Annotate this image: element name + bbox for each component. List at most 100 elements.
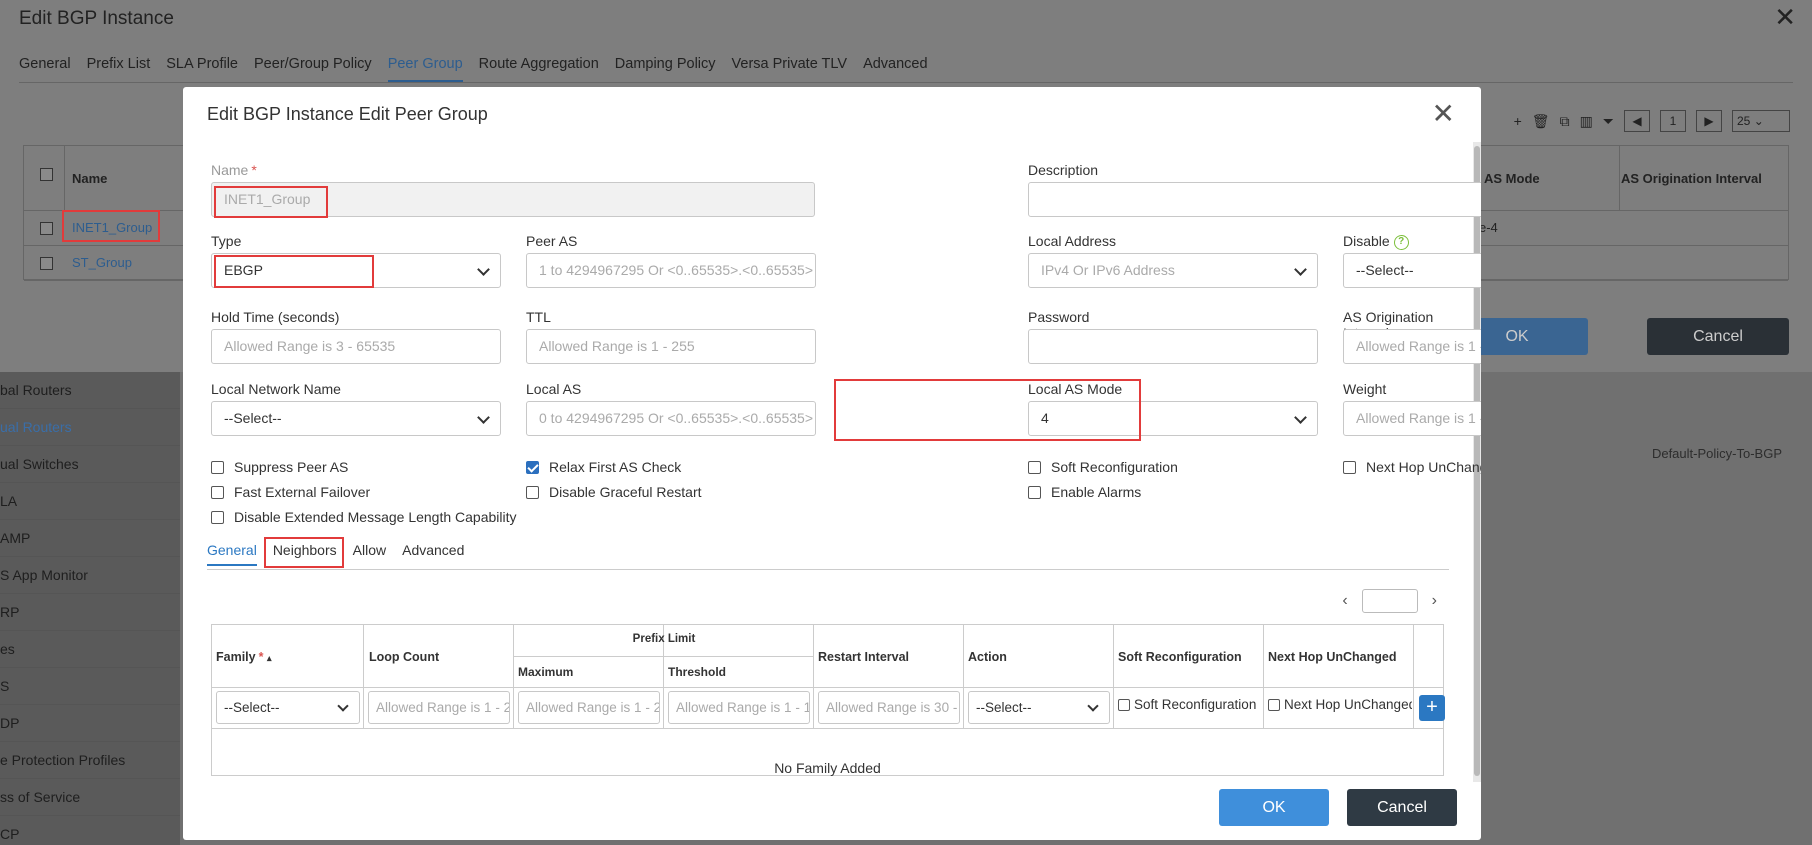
add-family-button[interactable]: +	[1419, 695, 1445, 721]
local-address-select[interactable]: IPv4 Or IPv6 Address	[1028, 253, 1318, 288]
checkbox-box[interactable]	[211, 510, 224, 524]
fast-ext-failover-checkbox[interactable]: Fast External Failover	[211, 484, 370, 500]
next-page-icon[interactable]: ›	[1432, 592, 1437, 610]
required-mark: *	[251, 162, 257, 178]
checkbox-box[interactable]	[1343, 460, 1356, 474]
prefix-limit-divider	[514, 656, 814, 657]
checkbox-box[interactable]	[1268, 698, 1280, 711]
header-family[interactable]: Family * ▴	[216, 650, 272, 664]
checkbox-box[interactable]	[1028, 485, 1041, 499]
sidebar-item[interactable]: LA	[0, 483, 180, 520]
tab-route-aggregation[interactable]: Route Aggregation	[479, 56, 599, 82]
ttl-input[interactable]: Allowed Range is 1 - 255	[526, 329, 816, 364]
checkbox-box[interactable]	[1028, 460, 1041, 474]
prev-page-icon[interactable]: ‹	[1342, 592, 1347, 610]
sidebar-item[interactable]: bal Routers	[0, 372, 180, 409]
row-name-link[interactable]: INET1_Group	[72, 220, 152, 235]
col-divider	[64, 146, 65, 210]
sidebar: bal Routers ual Routers ual Switches LA …	[0, 372, 180, 845]
as-orig-input[interactable]: Allowed Range is 1 - 65535	[1343, 329, 1481, 364]
restart-interval-input[interactable]: Allowed Range is 30 -	[818, 691, 960, 724]
grid-soft-reconfig-checkbox[interactable]: Soft Reconfiguration	[1118, 697, 1262, 712]
sidebar-item[interactable]: RP	[0, 594, 180, 631]
filter-icon[interactable]: ⏷	[1603, 113, 1614, 130]
checkbox-box-checked[interactable]	[526, 460, 539, 474]
disable-graceful-checkbox[interactable]: Disable Graceful Restart	[526, 484, 702, 500]
threshold-input[interactable]: Allowed Range is 1 - 1	[668, 691, 810, 724]
description-input[interactable]	[1028, 182, 1481, 217]
add-icon[interactable]: +	[1514, 113, 1522, 129]
close-icon[interactable]: ✕	[1432, 97, 1455, 130]
prev-page-icon[interactable]: ◀	[1624, 110, 1650, 132]
grid-next-hop-checkbox[interactable]: Next Hop UnChanged	[1268, 697, 1412, 712]
sidebar-item[interactable]: S App Monitor	[0, 557, 180, 594]
maximum-input[interactable]: Allowed Range is 1 - 2	[518, 691, 660, 724]
row-checkbox[interactable]	[40, 222, 53, 235]
sidebar-item[interactable]: e Protection Profiles	[0, 742, 180, 779]
description-label: Description	[1028, 162, 1099, 178]
subtab-advanced[interactable]: Advanced	[402, 542, 464, 566]
sidebar-item[interactable]: DP	[0, 705, 180, 742]
subtab-general[interactable]: General	[207, 542, 257, 566]
help-icon[interactable]: ?	[1393, 234, 1409, 250]
sidebar-item[interactable]: CP	[0, 816, 180, 845]
subtab-neighbors[interactable]: Neighbors	[273, 542, 337, 566]
tab-damping-policy[interactable]: Damping Policy	[615, 56, 716, 82]
tab-advanced[interactable]: Advanced	[863, 56, 928, 82]
tab-sla-profile[interactable]: SLA Profile	[166, 56, 238, 82]
disable-ext-msg-checkbox[interactable]: Disable Extended Message Length Capabili…	[211, 509, 517, 525]
select-all-checkbox[interactable]	[40, 168, 53, 181]
delete-icon[interactable]: 🗑	[1532, 113, 1550, 130]
local-as-input[interactable]: 0 to 4294967295 Or <0..65535>.<0..65535>	[526, 401, 816, 436]
outer-close-icon[interactable]: ✕	[1774, 2, 1796, 33]
soft-reconfig-checkbox[interactable]: Soft Reconfiguration	[1028, 459, 1178, 475]
subtab-allow[interactable]: Allow	[353, 542, 386, 566]
tab-peer-group[interactable]: Peer Group	[387, 56, 463, 82]
cancel-button[interactable]: Cancel	[1347, 789, 1457, 826]
hold-time-input[interactable]: Allowed Range is 3 - 65535	[211, 329, 501, 364]
action-select[interactable]: --Select--	[968, 691, 1110, 724]
local-as-mode-select[interactable]: 4	[1028, 401, 1318, 436]
next-page-icon[interactable]: ▶	[1696, 110, 1722, 132]
columns-icon[interactable]: ▥	[1580, 113, 1593, 130]
checkbox-box[interactable]	[211, 460, 224, 474]
page-size-select[interactable]: 25 ⌄	[1732, 110, 1790, 132]
disable-select[interactable]: --Select--	[1343, 253, 1481, 288]
outer-cancel-button[interactable]: Cancel	[1647, 318, 1789, 355]
page-input[interactable]	[1361, 589, 1418, 613]
ok-button[interactable]: OK	[1219, 789, 1329, 826]
row-checkbox[interactable]	[40, 257, 53, 270]
tab-general[interactable]: General	[19, 56, 71, 82]
password-input[interactable]	[1028, 329, 1318, 364]
name-input[interactable]: INET1_Group	[211, 182, 815, 217]
local-network-select[interactable]: --Select--	[211, 401, 501, 436]
page-number[interactable]: 1	[1660, 110, 1686, 132]
checkbox-label: Soft Reconfiguration	[1051, 459, 1178, 475]
clone-icon[interactable]: ⧉	[1560, 113, 1570, 130]
suppress-peer-as-checkbox[interactable]: Suppress Peer AS	[211, 459, 348, 475]
sidebar-item[interactable]: ss of Service	[0, 779, 180, 816]
sidebar-item[interactable]: S	[0, 668, 180, 705]
sidebar-item[interactable]: ual Routers	[0, 409, 180, 446]
sidebar-item[interactable]: AMP	[0, 520, 180, 557]
loop-count-input[interactable]: Allowed Range is 1 - 2	[368, 691, 510, 724]
header-threshold: Threshold	[668, 665, 727, 679]
weight-input[interactable]: Allowed Range is 1 - 2147483647	[1343, 401, 1481, 436]
tab-peer-group-policy[interactable]: Peer/Group Policy	[254, 56, 372, 82]
next-hop-unchanged-checkbox[interactable]: Next Hop UnChanged	[1343, 459, 1481, 475]
checkbox-box[interactable]	[1118, 698, 1130, 711]
checkbox-label: Suppress Peer AS	[234, 459, 349, 475]
sort-icon[interactable]: ▴	[267, 653, 272, 663]
row-name-link[interactable]: ST_Group	[72, 255, 132, 270]
type-select[interactable]: EBGP	[211, 253, 501, 288]
peer-as-input[interactable]: 1 to 4294967295 Or <0..65535>.<0..65535>	[526, 253, 816, 288]
tab-prefix-list[interactable]: Prefix List	[87, 56, 151, 82]
checkbox-box[interactable]	[211, 485, 224, 499]
checkbox-box[interactable]	[526, 485, 539, 499]
sidebar-item[interactable]: es	[0, 631, 180, 668]
enable-alarms-checkbox[interactable]: Enable Alarms	[1028, 484, 1141, 500]
relax-first-as-checkbox[interactable]: Relax First AS Check	[526, 459, 681, 475]
sidebar-item[interactable]: ual Switches	[0, 446, 180, 483]
family-select[interactable]: --Select--	[216, 691, 360, 724]
tab-versa-private-tlv[interactable]: Versa Private TLV	[732, 56, 848, 82]
